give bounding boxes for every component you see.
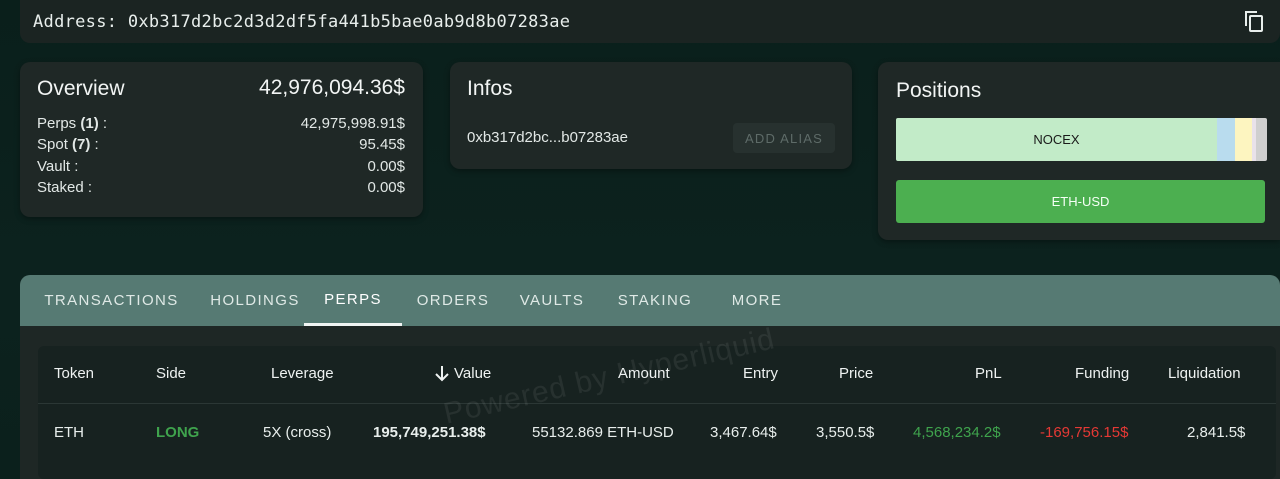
position-segment[interactable]: [1217, 118, 1235, 161]
tab-orders[interactable]: ORDERS: [412, 275, 494, 326]
infos-title: Infos: [467, 77, 513, 100]
overview-total: 42,976,094.36$: [259, 76, 405, 99]
tab-bar: TRANSACTIONS HOLDINGS PERPS ORDERS VAULT…: [20, 275, 1280, 326]
cell-liquidation: 2,841.5$: [1187, 424, 1246, 441]
tab-vaults[interactable]: VAULTS: [514, 275, 590, 326]
position-segment-nocex[interactable]: NOCEX: [896, 118, 1217, 161]
cell-entry: 3,467.64$: [710, 424, 777, 441]
tab-holdings[interactable]: HOLDINGS: [200, 275, 310, 326]
eth-usd-position-button[interactable]: ETH-USD: [896, 180, 1265, 223]
cell-side: LONG: [156, 424, 200, 441]
short-address: 0xb317d2bc...b07283ae: [467, 129, 628, 146]
overview-row-staked: Staked : 0.00$: [37, 179, 405, 199]
perps-value: 42,975,998.91$: [300, 115, 405, 132]
tab-staking[interactable]: STAKING: [610, 275, 700, 326]
arrow-down-icon: [435, 366, 449, 382]
tab-perps[interactable]: PERPS: [304, 275, 402, 326]
positions-title: Positions: [896, 79, 982, 102]
column-header-value[interactable]: Value: [434, 365, 491, 382]
column-header-token[interactable]: Token: [54, 365, 94, 382]
cell-leverage: 5X (cross): [263, 424, 332, 441]
tab-transactions[interactable]: TRANSACTIONS: [38, 275, 185, 326]
position-segment[interactable]: [1235, 118, 1252, 161]
infos-card: Infos 0xb317d2bc...b07283ae ADD ALIAS: [450, 62, 852, 169]
column-header-leverage[interactable]: Leverage: [271, 365, 334, 382]
positions-distribution-bar[interactable]: NOCEX: [896, 118, 1267, 161]
cell-token[interactable]: ETH: [54, 424, 84, 441]
address-bar: Address: 0xb317d2bc2d3d2df5fa441b5bae0ab…: [20, 0, 1280, 43]
spot-value: 95.45$: [359, 136, 405, 153]
overview-card: Overview 42,976,094.36$ Perps (1) : 42,9…: [20, 62, 423, 217]
add-alias-button[interactable]: ADD ALIAS: [733, 123, 835, 153]
cell-funding: -169,756.15$: [1040, 424, 1129, 441]
copy-icon[interactable]: [1242, 9, 1266, 33]
cell-price: 3,550.5$: [816, 424, 875, 441]
staked-value: 0.00$: [367, 179, 405, 196]
table-divider: [38, 403, 1276, 404]
overview-title: Overview: [37, 77, 125, 100]
cell-pnl: 4,568,234.2$: [913, 424, 1001, 441]
column-header-entry[interactable]: Entry: [743, 365, 778, 382]
position-segment[interactable]: [1256, 118, 1267, 161]
positions-card: Positions NOCEX ETH-USD: [878, 62, 1280, 240]
column-header-funding[interactable]: Funding: [1075, 365, 1129, 382]
overview-row-vault: Vault : 0.00$: [37, 158, 405, 178]
overview-row-perps: Perps (1) : 42,975,998.91$: [37, 115, 405, 135]
overview-row-spot: Spot (7) : 95.45$: [37, 136, 405, 156]
column-header-liquidation[interactable]: Liquidation: [1168, 365, 1241, 382]
address-text: Address: 0xb317d2bc2d3d2df5fa441b5bae0ab…: [33, 11, 571, 32]
column-header-pnl[interactable]: PnL: [975, 365, 1002, 382]
cell-amount: 55132.869 ETH-USD: [532, 424, 674, 441]
vault-value: 0.00$: [367, 158, 405, 175]
column-header-side[interactable]: Side: [156, 365, 186, 382]
tab-more[interactable]: MORE: [726, 275, 788, 326]
column-header-price[interactable]: Price: [839, 365, 873, 382]
